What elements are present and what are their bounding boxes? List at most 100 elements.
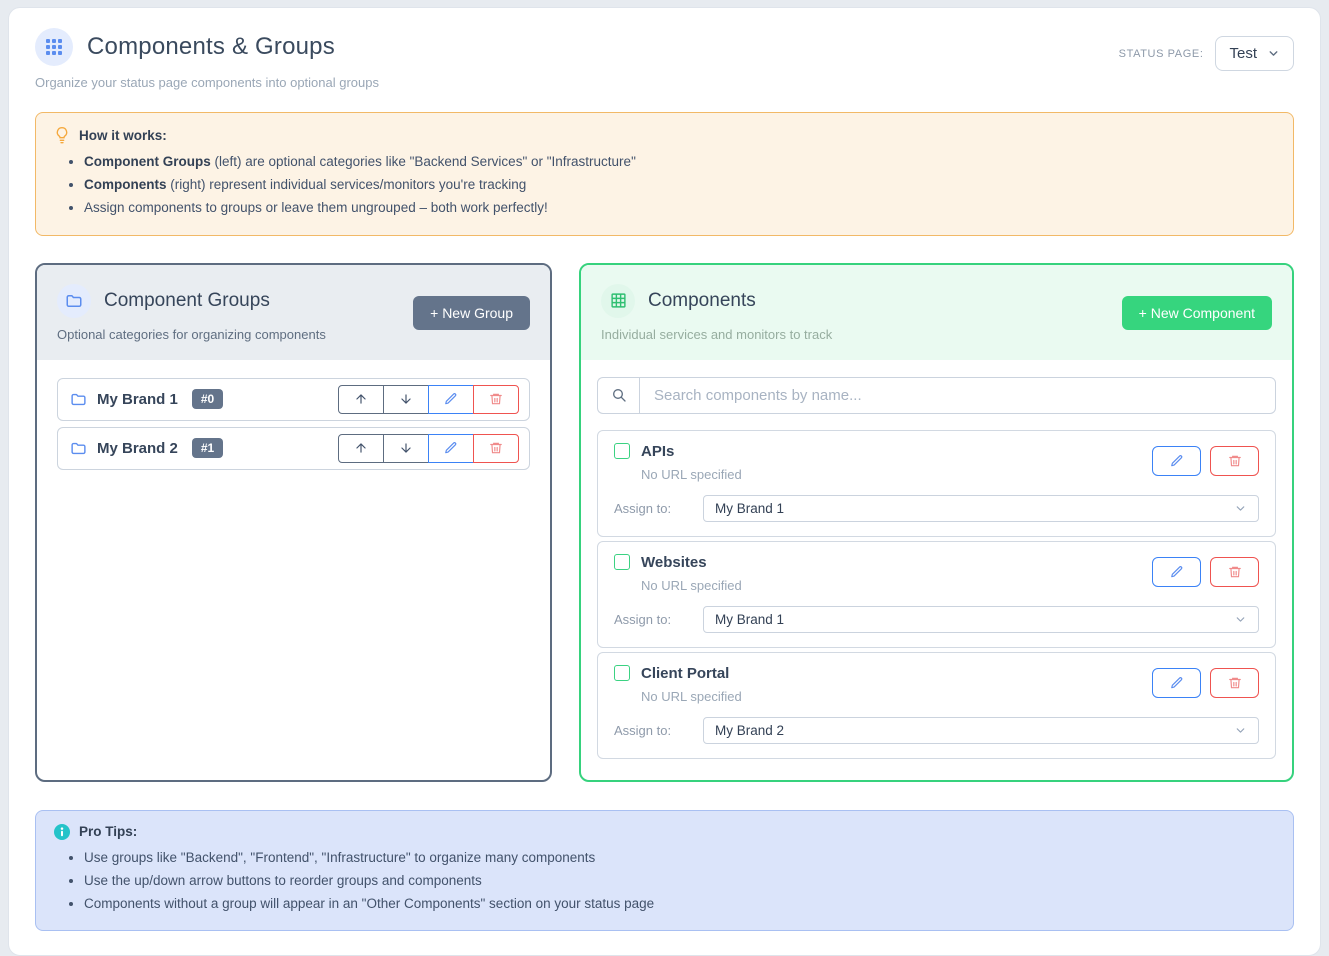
move-group-down-button[interactable] <box>383 434 429 463</box>
panels-row: Component Groups Optional categories for… <box>35 263 1294 782</box>
assigned-group-value: My Brand 1 <box>715 612 784 627</box>
apps-grid-icon <box>35 28 73 66</box>
search-input[interactable] <box>639 377 1276 414</box>
trash-icon <box>1228 454 1242 468</box>
assigned-group-value: My Brand 1 <box>715 501 784 516</box>
status-page-label: STATUS PAGE: <box>1119 48 1204 60</box>
chevron-down-icon <box>1234 502 1247 515</box>
page-header: Components & Groups Organize your status… <box>35 28 1294 90</box>
group-row: My Brand 1 #0 <box>57 378 530 421</box>
folder-icon <box>57 284 91 318</box>
page-subtitle: Organize your status page components int… <box>35 75 379 90</box>
pro-tips-title: Pro Tips: <box>79 824 137 839</box>
arrow-up-icon <box>354 441 368 455</box>
component-name: Websites <box>641 554 707 571</box>
component-name: APIs <box>641 443 674 460</box>
components-subtitle: Individual services and monitors to trac… <box>601 327 832 342</box>
component-card: Websites No URL specified Assign to: My … <box>597 541 1276 648</box>
pro-tips-item: Components without a group will appear i… <box>84 892 1275 915</box>
assign-to-label: Assign to: <box>614 723 703 738</box>
component-search <box>597 377 1276 414</box>
edit-group-button[interactable] <box>428 385 474 414</box>
component-checkbox[interactable] <box>614 554 630 570</box>
arrow-down-icon <box>399 392 413 406</box>
edit-component-button[interactable] <box>1152 446 1201 476</box>
group-order-badge: #0 <box>192 389 223 409</box>
component-groups-subtitle: Optional categories for organizing compo… <box>57 327 326 342</box>
group-order-badge: #1 <box>192 438 223 458</box>
component-groups-header: Component Groups Optional categories for… <box>37 265 550 360</box>
components-header: Components Individual services and monit… <box>581 265 1292 360</box>
pro-tips-list: Use groups like "Backend", "Frontend", "… <box>84 846 1275 916</box>
delete-group-button[interactable] <box>473 385 519 414</box>
group-name: My Brand 2 <box>97 440 178 457</box>
info-icon <box>54 824 70 840</box>
chevron-down-icon <box>1234 613 1247 626</box>
how-it-works-box: How it works: Component Groups (left) ar… <box>35 112 1294 236</box>
header-left: Components & Groups Organize your status… <box>35 28 379 90</box>
arrow-up-icon <box>354 392 368 406</box>
status-page-control: STATUS PAGE: Test <box>1119 36 1294 71</box>
page-card: Components & Groups Organize your status… <box>8 7 1321 956</box>
pencil-icon <box>1170 676 1184 690</box>
edit-component-button[interactable] <box>1152 668 1201 698</box>
how-it-works-item: Assign components to groups or leave the… <box>84 196 1275 219</box>
assign-group-select[interactable]: My Brand 2 <box>703 717 1259 744</box>
components-panel: Components Individual services and monit… <box>579 263 1294 782</box>
component-checkbox[interactable] <box>614 665 630 681</box>
folder-icon <box>70 391 87 408</box>
assign-to-label: Assign to: <box>614 612 703 627</box>
delete-component-button[interactable] <box>1210 668 1259 698</box>
component-name: Client Portal <box>641 665 729 682</box>
component-card: APIs No URL specified Assign to: My Bran… <box>597 430 1276 537</box>
how-it-works-list: Component Groups (left) are optional cat… <box>84 150 1275 220</box>
assign-to-label: Assign to: <box>614 501 703 516</box>
component-checkbox[interactable] <box>614 443 630 459</box>
edit-group-button[interactable] <box>428 434 474 463</box>
assign-group-select[interactable]: My Brand 1 <box>703 606 1259 633</box>
pro-tips-item: Use groups like "Backend", "Frontend", "… <box>84 846 1275 869</box>
search-icon <box>597 377 639 414</box>
delete-component-button[interactable] <box>1210 557 1259 587</box>
move-group-up-button[interactable] <box>338 434 384 463</box>
pencil-icon <box>444 392 458 406</box>
how-it-works-title: How it works: <box>79 128 167 143</box>
components-body: APIs No URL specified Assign to: My Bran… <box>581 360 1292 780</box>
trash-icon <box>1228 565 1242 579</box>
page-title: Components & Groups <box>87 33 335 61</box>
pencil-icon <box>1170 454 1184 468</box>
pencil-icon <box>444 441 458 455</box>
assign-group-select[interactable]: My Brand 1 <box>703 495 1259 522</box>
pro-tips-item: Use the up/down arrow buttons to reorder… <box>84 869 1275 892</box>
chevron-down-icon <box>1234 724 1247 737</box>
how-it-works-item: Component Groups (left) are optional cat… <box>84 150 1275 173</box>
trash-icon <box>489 441 503 455</box>
delete-group-button[interactable] <box>473 434 519 463</box>
components-title: Components <box>648 290 756 312</box>
assigned-group-value: My Brand 2 <box>715 723 784 738</box>
component-url-status: No URL specified <box>641 467 742 482</box>
how-it-works-item: Components (right) represent individual … <box>84 173 1275 196</box>
pro-tips-box: Pro Tips: Use groups like "Backend", "Fr… <box>35 810 1294 932</box>
move-group-down-button[interactable] <box>383 385 429 414</box>
status-page-select[interactable]: Test <box>1215 36 1294 71</box>
pencil-icon <box>1170 565 1184 579</box>
component-groups-title: Component Groups <box>104 290 270 312</box>
lightbulb-icon <box>54 126 70 144</box>
trash-icon <box>489 392 503 406</box>
component-url-status: No URL specified <box>641 578 742 593</box>
group-row: My Brand 2 #1 <box>57 427 530 470</box>
chevron-down-icon <box>1267 47 1280 60</box>
new-component-button[interactable]: + New Component <box>1122 296 1272 330</box>
status-page-value: Test <box>1229 45 1257 62</box>
grid-table-icon <box>601 284 635 318</box>
arrow-down-icon <box>399 441 413 455</box>
move-group-up-button[interactable] <box>338 385 384 414</box>
folder-icon <box>70 440 87 457</box>
new-group-button[interactable]: + New Group <box>413 296 530 330</box>
edit-component-button[interactable] <box>1152 557 1201 587</box>
component-card: Client Portal No URL specified Assign to… <box>597 652 1276 759</box>
group-name: My Brand 1 <box>97 391 178 408</box>
component-groups-panel: Component Groups Optional categories for… <box>35 263 552 782</box>
delete-component-button[interactable] <box>1210 446 1259 476</box>
